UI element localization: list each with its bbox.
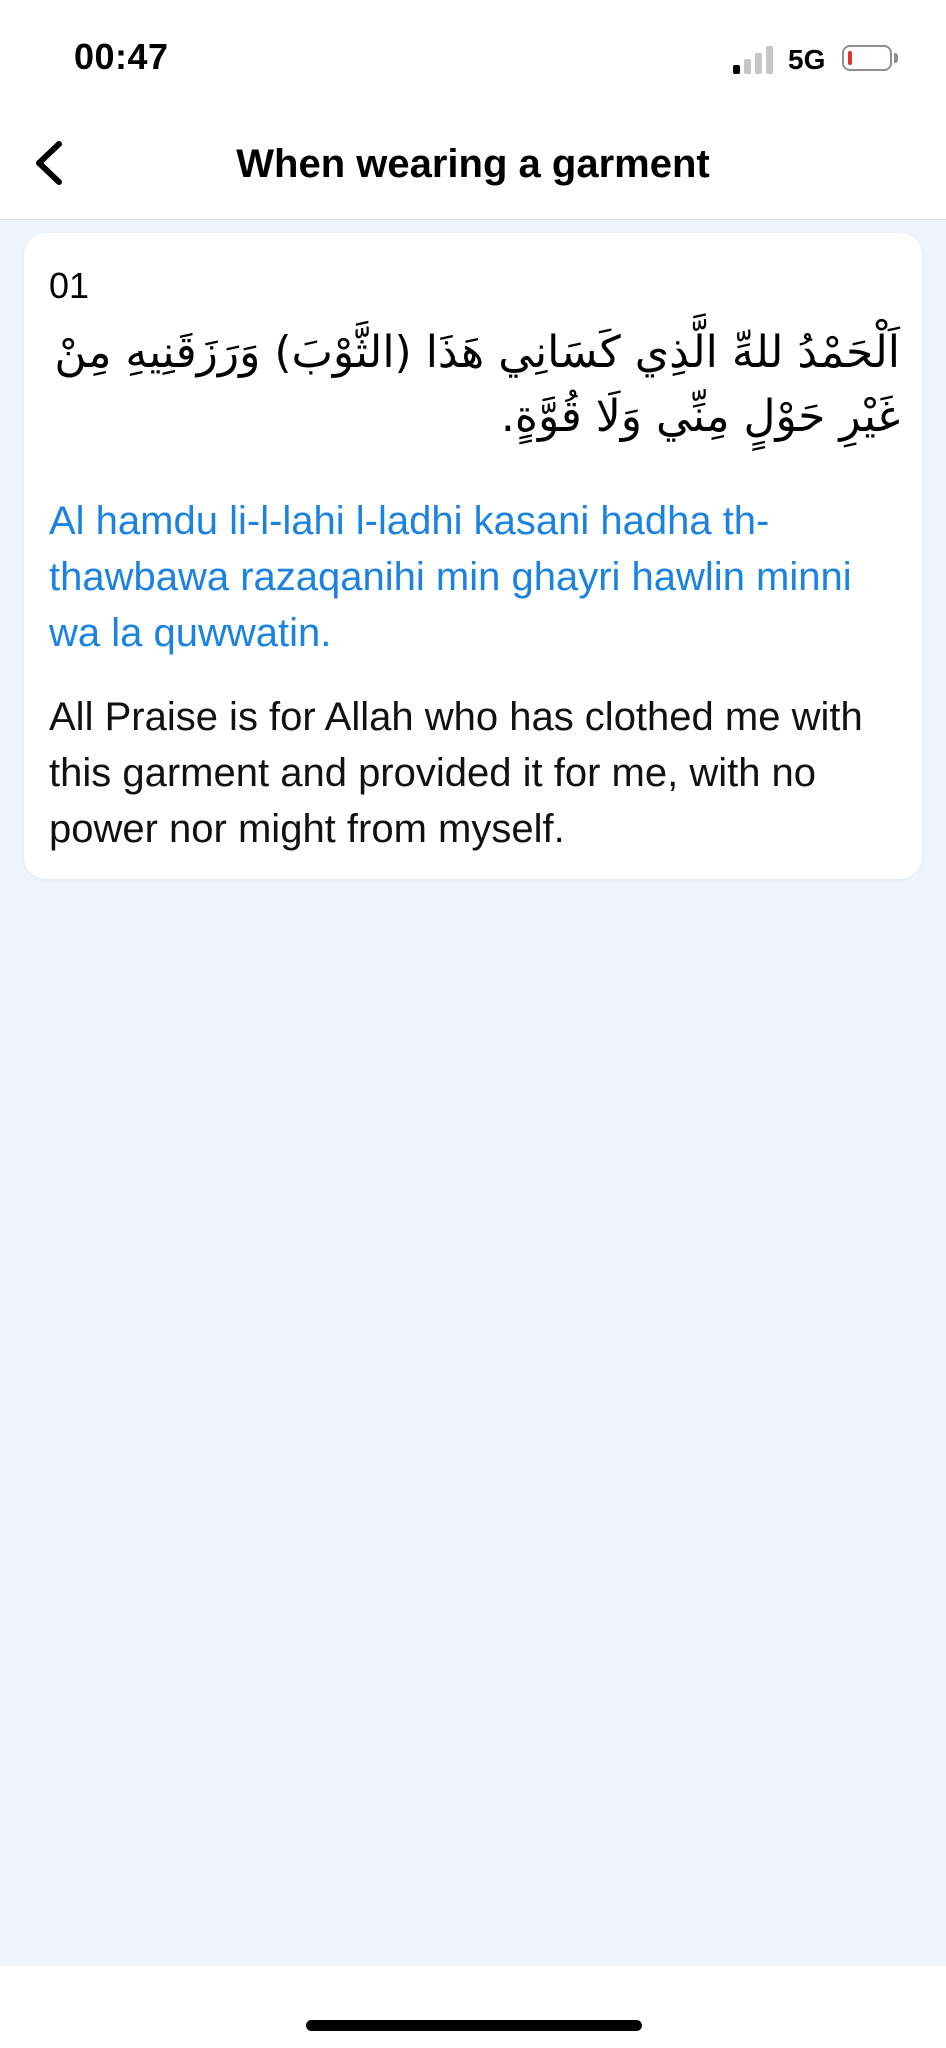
- battery-level: [848, 51, 852, 65]
- bottom-safe-area: [0, 1966, 946, 2048]
- network-type: 5G: [788, 44, 826, 75]
- home-indicator[interactable]: [306, 2020, 642, 2031]
- navigation-bar: When wearing a garment: [0, 110, 946, 220]
- dua-number: 01: [49, 265, 90, 306]
- battery-icon: [842, 45, 892, 71]
- battery-tip: [894, 53, 898, 63]
- cellular-signal-icon: [733, 46, 777, 74]
- status-time: 00:47: [74, 36, 169, 77]
- dua-card: 01 اَلْحَمْدُ للهِّ الَّذِي كَسَانِي هَذ…: [24, 233, 922, 879]
- arabic-text: اَلْحَمْدُ للهِّ الَّذِي كَسَانِي هَذَا …: [54, 327, 900, 442]
- page-title: When wearing a garment: [236, 142, 710, 186]
- content-area: 01 اَلْحَمْدُ للهِّ الَّذِي كَسَانِي هَذ…: [0, 220, 946, 1966]
- translation-text: All Praise is for Allah who has clothed …: [49, 695, 863, 851]
- transliteration-text: Al hamdu li-l-lahi l-ladhi kasani hadha …: [49, 499, 852, 655]
- status-bar: 00:47 5G: [0, 0, 946, 110]
